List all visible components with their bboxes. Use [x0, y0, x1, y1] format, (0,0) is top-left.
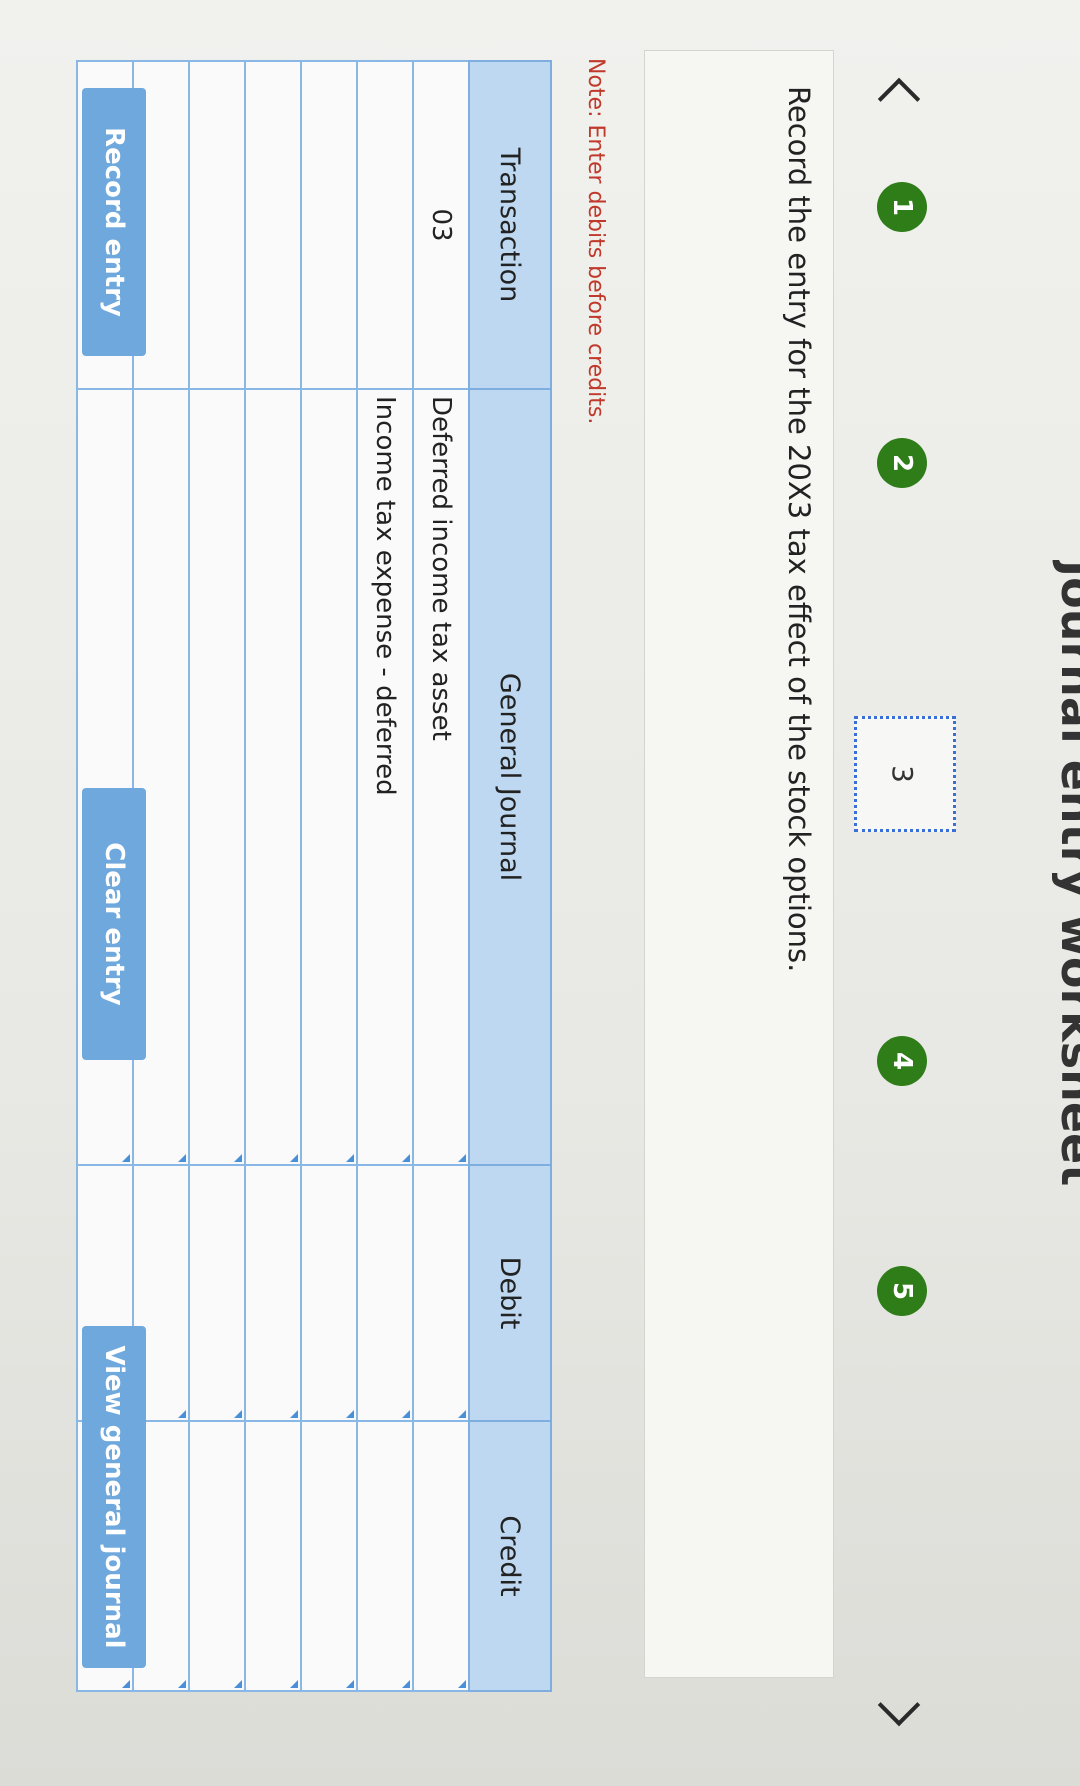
table-row: 03 Deferred income tax asset [413, 61, 469, 1691]
debit-input[interactable] [413, 1165, 469, 1421]
stage: Journal entry worksheet 1 2 3 4 5 Record… [0, 0, 1080, 1786]
debit-input[interactable] [301, 1165, 357, 1421]
transaction-cell: 03 [413, 61, 469, 389]
page-title: Journal entry worksheet [1051, 560, 1080, 1187]
view-general-journal-button[interactable]: View general journal [82, 1326, 146, 1668]
header-credit: Credit [469, 1421, 551, 1691]
journal-table: Transaction General Journal Debit Credit… [76, 60, 552, 1692]
account-select[interactable]: Deferred income tax asset [413, 389, 469, 1165]
account-select[interactable] [245, 389, 301, 1165]
step-5-button[interactable]: 5 [877, 1266, 927, 1316]
account-select[interactable] [189, 389, 245, 1165]
note-text: Note: Enter debits before credits. [583, 58, 608, 425]
credit-input[interactable] [245, 1421, 301, 1691]
step-3-button-active[interactable]: 3 [854, 716, 956, 832]
header-transaction: Transaction [469, 61, 551, 389]
step-2-button[interactable]: 2 [877, 438, 927, 488]
instruction-text: Record the entry for the 20X3 tax effect… [782, 86, 816, 973]
credit-input[interactable] [357, 1421, 413, 1691]
transaction-cell [189, 61, 245, 389]
header-general-journal: General Journal [469, 389, 551, 1165]
credit-input[interactable] [301, 1421, 357, 1691]
transaction-cell [357, 61, 413, 389]
table-row [189, 61, 245, 1691]
clear-entry-button[interactable]: Clear entry [82, 788, 146, 1060]
debit-input[interactable] [189, 1165, 245, 1421]
record-entry-button[interactable]: Record entry [82, 88, 146, 356]
step-4-button[interactable]: 4 [877, 1036, 927, 1086]
table-header-row: Transaction General Journal Debit Credit [469, 61, 551, 1691]
table-row: Income tax expense - deferred [357, 61, 413, 1691]
credit-input[interactable] [413, 1421, 469, 1691]
next-step-chevron-icon[interactable] [877, 1683, 921, 1727]
table-row [245, 61, 301, 1691]
debit-input[interactable] [357, 1165, 413, 1421]
account-select[interactable]: Income tax expense - deferred [357, 389, 413, 1165]
step-1-button[interactable]: 1 [877, 182, 927, 232]
journal-entry-worksheet: Journal entry worksheet 1 2 3 4 5 Record… [0, 0, 1080, 1786]
header-debit: Debit [469, 1165, 551, 1421]
credit-input[interactable] [189, 1421, 245, 1691]
debit-input[interactable] [245, 1165, 301, 1421]
account-select[interactable] [301, 389, 357, 1165]
transaction-cell [245, 61, 301, 389]
transaction-cell [301, 61, 357, 389]
table-row [301, 61, 357, 1691]
prev-step-chevron-icon[interactable] [877, 77, 921, 121]
